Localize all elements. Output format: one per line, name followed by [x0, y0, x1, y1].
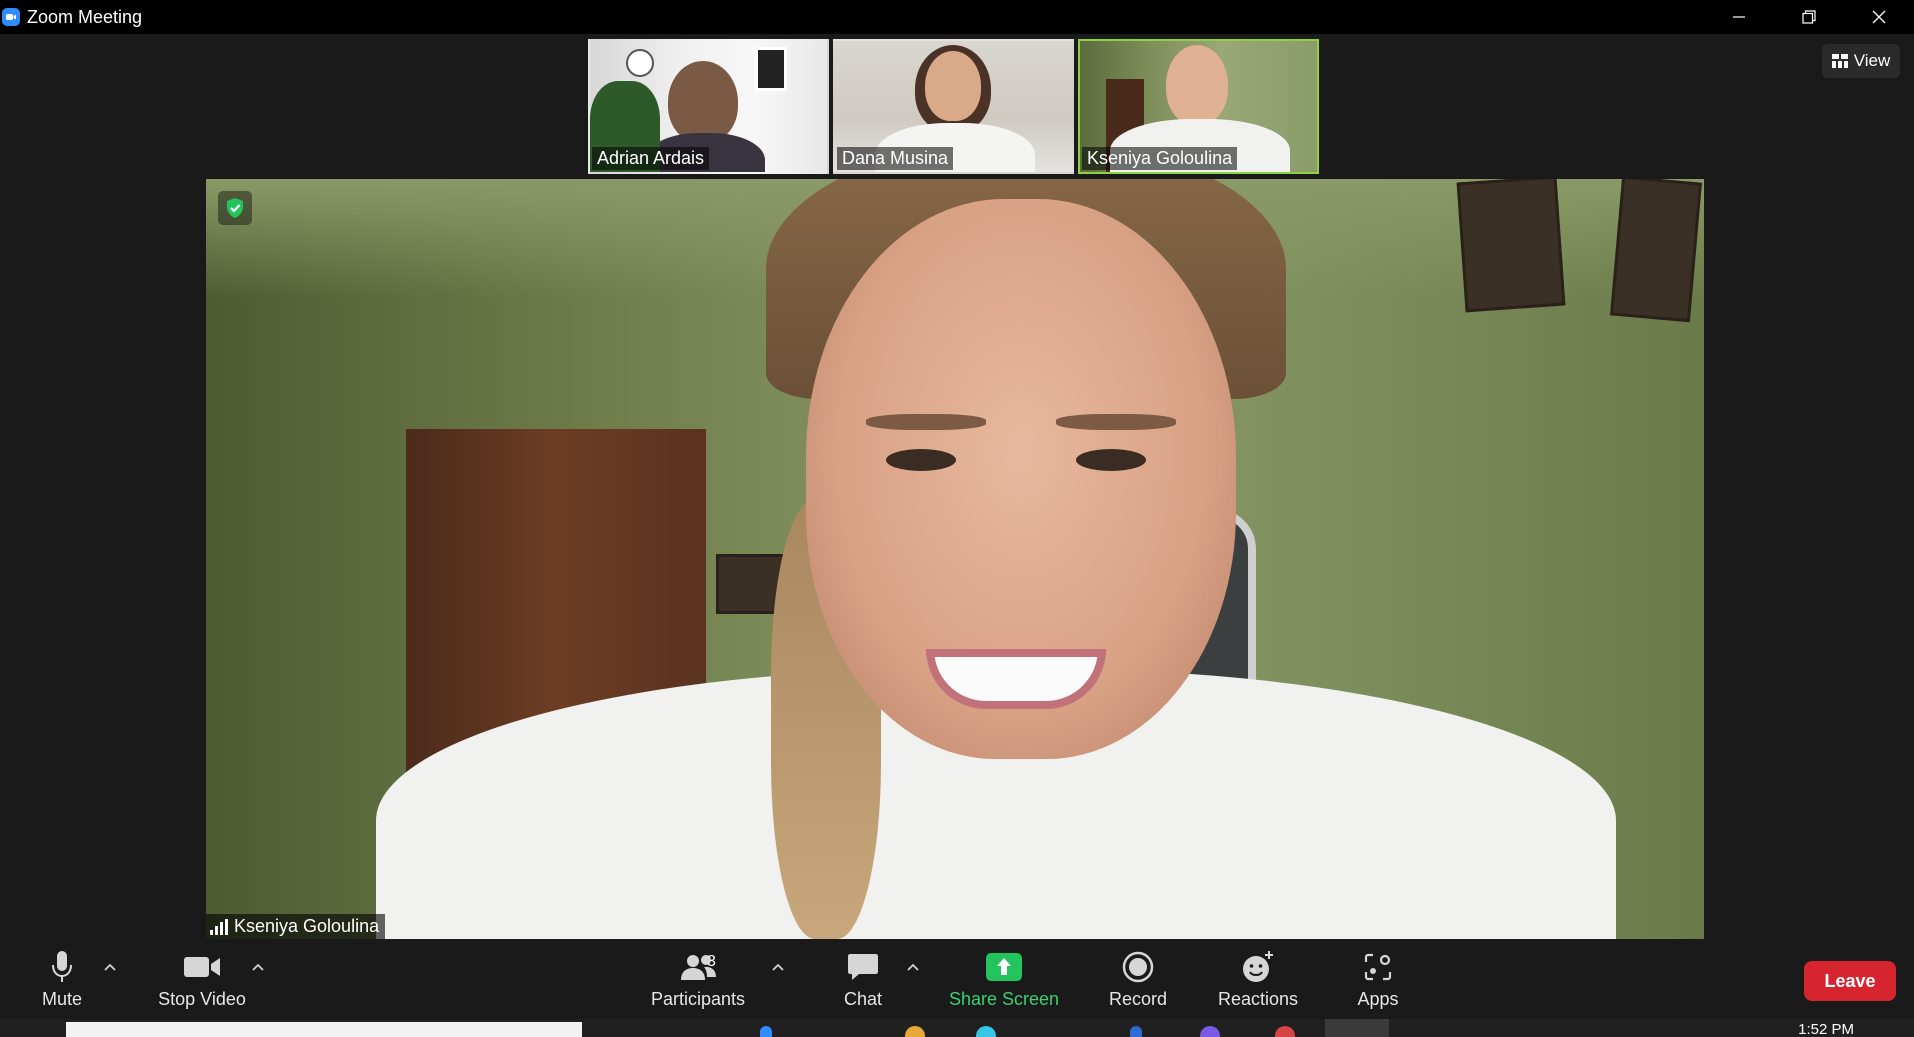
- signal-strength-icon: [210, 918, 228, 935]
- participant-video: [668, 61, 738, 143]
- restore-icon: [1802, 10, 1816, 24]
- grid-icon: [1831, 54, 1848, 68]
- thumbnail-name: Kseniya Goloulina: [1082, 147, 1238, 170]
- eye-left: [886, 449, 956, 471]
- apps-icon: [1364, 953, 1392, 980]
- view-button-label: View: [1853, 51, 1891, 70]
- close-icon: [1872, 10, 1886, 24]
- taskbar-app-icon[interactable]: [1130, 1026, 1142, 1037]
- participant-video: [1166, 45, 1228, 125]
- wall-picture: [755, 47, 787, 91]
- taskbar-app-icon[interactable]: [760, 1026, 772, 1037]
- share-screen-label: Share Screen: [948, 988, 1060, 1009]
- meeting-stage: View Adrian Ardais Dana Musina Kseniya G…: [0, 34, 1914, 939]
- participant-video: [925, 51, 981, 121]
- chevron-up-icon: [104, 963, 116, 971]
- taskbar-app-icon[interactable]: [905, 1026, 925, 1037]
- record-icon: [1122, 951, 1154, 982]
- reactions-button[interactable]: Reactions: [1212, 939, 1304, 1019]
- taskbar-search-box[interactable]: [66, 1022, 582, 1037]
- encryption-badge[interactable]: [218, 191, 252, 225]
- chat-options-caret[interactable]: [903, 957, 923, 977]
- video-camera-icon: [184, 956, 220, 977]
- mute-label: Mute: [41, 988, 83, 1009]
- participants-options-caret[interactable]: [768, 957, 788, 977]
- title-bar: Zoom Meeting: [0, 0, 1914, 34]
- participants-count: 3: [707, 952, 716, 970]
- eyebrow-left: [866, 414, 986, 430]
- audio-options-caret[interactable]: [100, 957, 120, 977]
- record-label: Record: [1108, 988, 1168, 1009]
- chat-button[interactable]: Chat: [832, 939, 894, 1019]
- active-speaker-name-tag: Kseniya Goloulina: [206, 914, 386, 939]
- minimize-button[interactable]: [1704, 0, 1774, 34]
- taskbar-app-icon[interactable]: [1275, 1026, 1295, 1037]
- thumbnail-strip: Adrian Ardais Dana Musina Kseniya Goloul…: [588, 39, 1319, 174]
- participant-thumbnail-adrian[interactable]: Adrian Ardais: [588, 39, 829, 174]
- smiley-reaction-icon: [1243, 950, 1273, 982]
- taskbar-clock: 1:52 PM: [1798, 1021, 1854, 1037]
- chevron-up-icon: [252, 963, 264, 971]
- active-speaker-name: Kseniya Goloulina: [234, 916, 380, 936]
- participants-label: Participants: [650, 988, 746, 1009]
- taskbar-app-icon[interactable]: [1200, 1026, 1220, 1037]
- taskbar-app-icon[interactable]: [976, 1026, 996, 1037]
- wall-clock: [626, 49, 654, 77]
- stop-video-label: Stop Video: [158, 988, 246, 1009]
- participant-thumbnail-kseniya[interactable]: Kseniya Goloulina: [1078, 39, 1319, 174]
- meeting-toolbar: Mute Stop Video 3 Participants Chat Shar…: [0, 939, 1914, 1019]
- chat-label: Chat: [843, 988, 883, 1009]
- thumbnail-name: Adrian Ardais: [592, 147, 710, 170]
- video-options-caret[interactable]: [248, 957, 268, 977]
- close-button[interactable]: [1844, 0, 1914, 34]
- leave-button[interactable]: Leave: [1804, 961, 1896, 1001]
- eyebrow-right: [1056, 414, 1176, 430]
- minimize-icon: [1733, 16, 1745, 18]
- apps-button[interactable]: Apps: [1348, 939, 1408, 1019]
- os-taskbar: 1:52 PM: [0, 1019, 1914, 1037]
- window-title: Zoom Meeting: [27, 6, 143, 27]
- wall-picture: [1456, 179, 1566, 313]
- zoom-app-icon: [2, 8, 20, 26]
- participant-thumbnail-dana[interactable]: Dana Musina: [833, 39, 1074, 174]
- chat-bubble-icon: [848, 953, 878, 980]
- mute-button[interactable]: Mute: [30, 939, 94, 1019]
- wall-picture: [1610, 179, 1702, 323]
- active-speaker-video[interactable]: Kseniya Goloulina: [206, 179, 1704, 939]
- stop-video-button[interactable]: Stop Video: [150, 939, 254, 1019]
- chevron-up-icon: [907, 963, 919, 971]
- share-screen-button[interactable]: Share Screen: [944, 939, 1064, 1019]
- reactions-label: Reactions: [1217, 988, 1299, 1009]
- eye-right: [1076, 449, 1146, 471]
- restore-button[interactable]: [1774, 0, 1844, 34]
- taskbar-active-zoom[interactable]: [1325, 1019, 1389, 1037]
- microphone-icon: [52, 950, 72, 982]
- record-button[interactable]: Record: [1100, 939, 1176, 1019]
- participants-button[interactable]: 3 Participants: [646, 939, 750, 1019]
- apps-label: Apps: [1357, 988, 1399, 1009]
- thumbnail-name: Dana Musina: [837, 147, 954, 170]
- chevron-up-icon: [772, 963, 784, 971]
- share-screen-icon: [986, 952, 1022, 981]
- view-button[interactable]: View: [1822, 44, 1900, 78]
- shield-check-icon: [227, 198, 243, 218]
